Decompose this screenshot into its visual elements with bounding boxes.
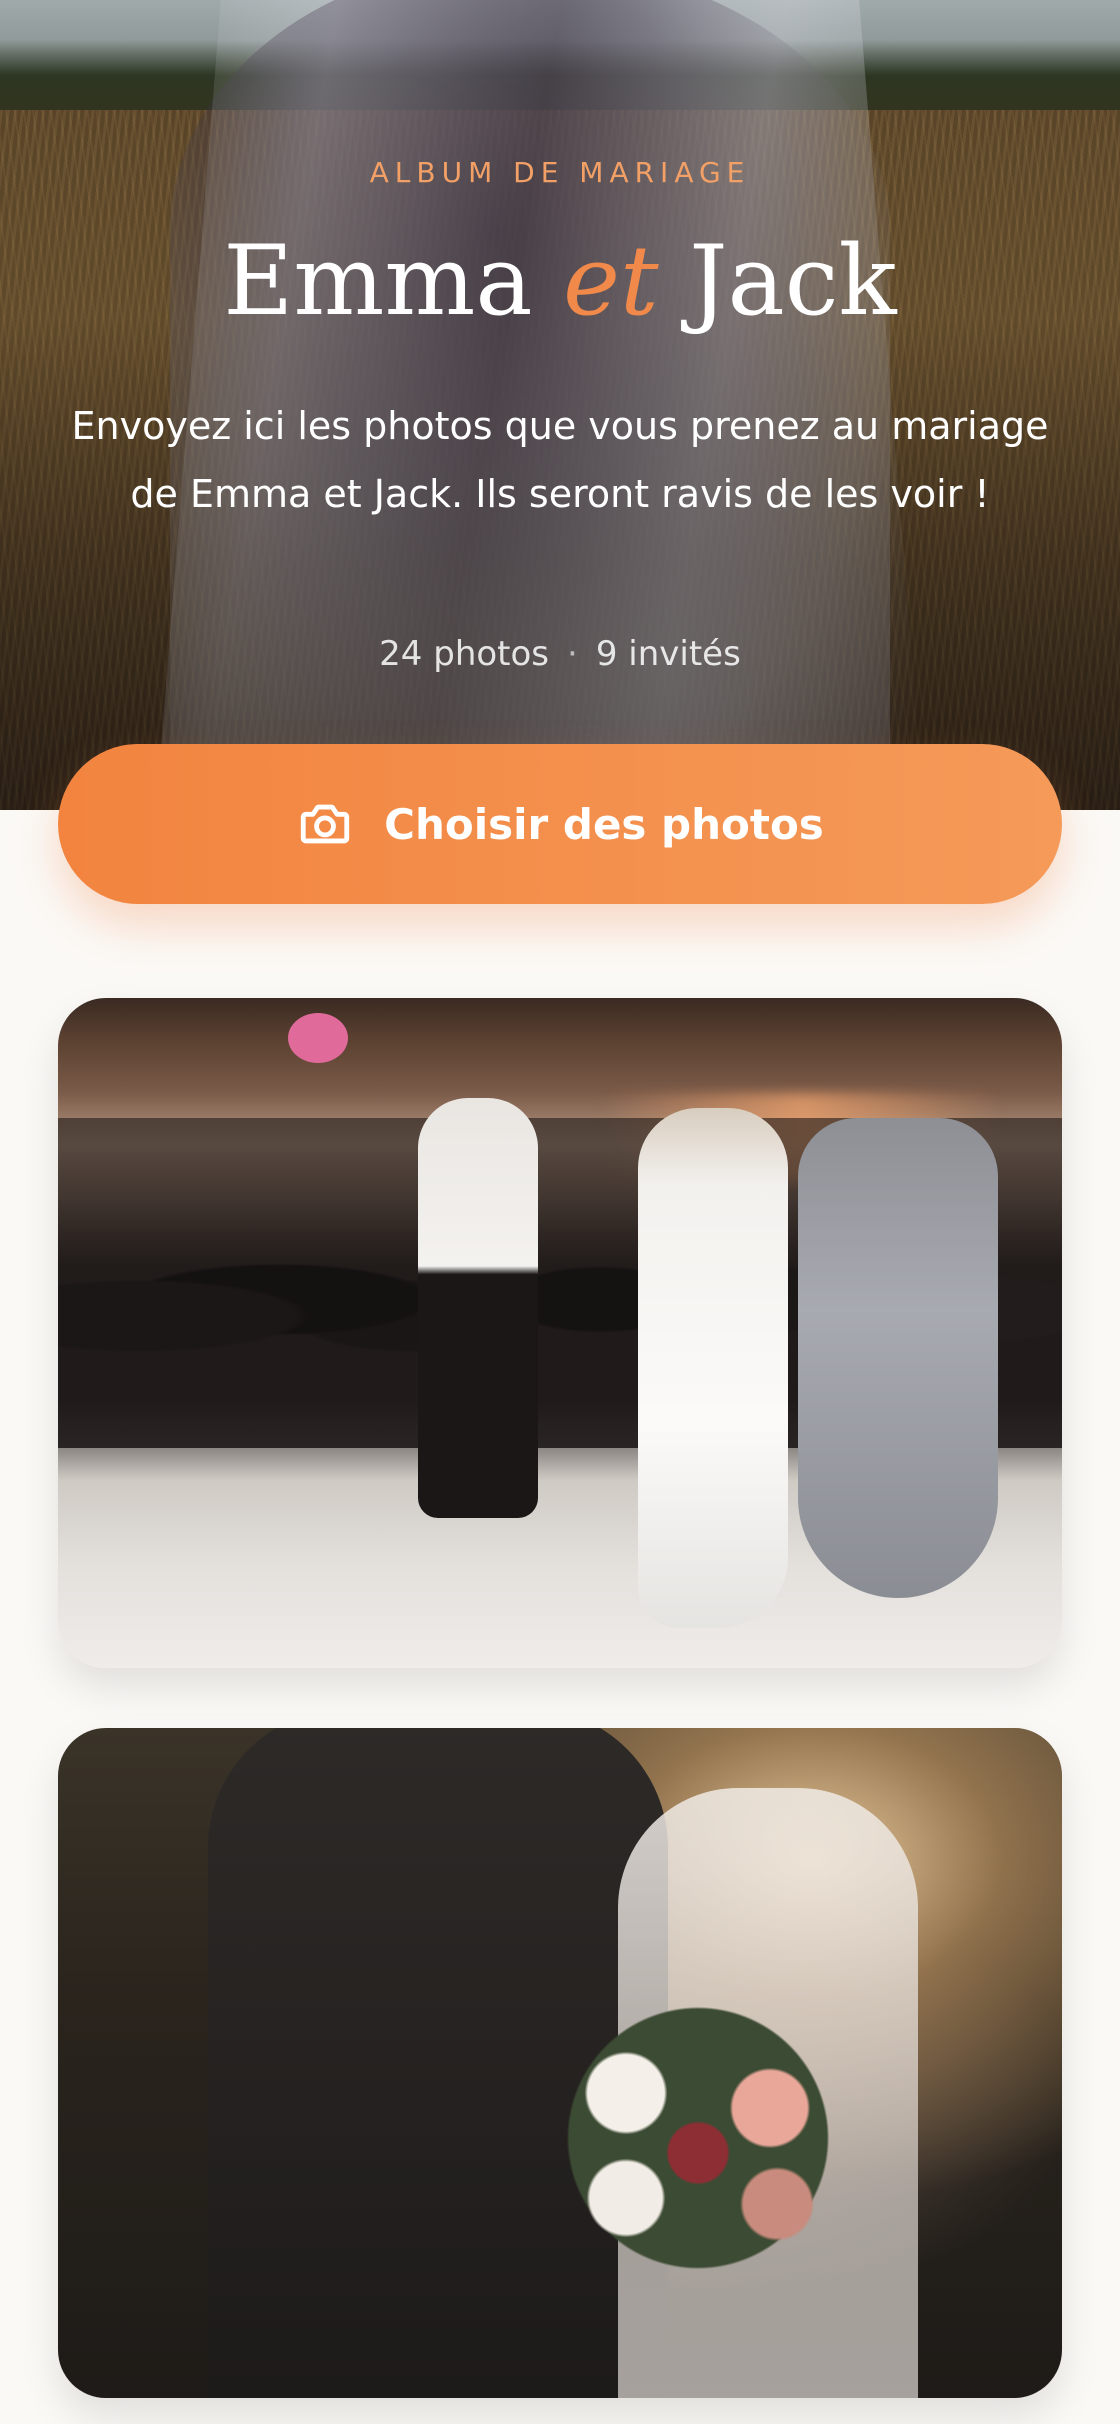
stats-separator: · xyxy=(567,634,578,674)
album-description: Envoyez ici les photos que vous prenez a… xyxy=(71,404,1049,516)
photo-count: 24 photos xyxy=(379,634,550,674)
title-groom-name: Jack xyxy=(658,225,897,337)
album-photo-bouquet[interactable] xyxy=(58,1728,1062,2398)
wedding-album-page: ALBUM DE MARIAGE Emma et Jack Envoyez ic… xyxy=(0,0,1120,2424)
choose-photos-button[interactable]: Choisir des photos xyxy=(58,744,1062,904)
page-title: Emma et Jack xyxy=(0,226,1120,336)
hero-banner: ALBUM DE MARIAGE Emma et Jack Envoyez ic… xyxy=(0,0,1120,810)
guest-count: 9 invités xyxy=(595,634,741,674)
album-eyebrow: ALBUM DE MARIAGE xyxy=(369,156,751,189)
title-conjunction: et xyxy=(563,225,659,337)
choose-photos-label: Choisir des photos xyxy=(384,799,824,849)
camera-icon xyxy=(301,804,350,844)
album-photo-dance-floor[interactable] xyxy=(58,998,1062,1668)
title-bride-name: Emma xyxy=(223,225,564,337)
album-stats: 24 photos · 9 invités xyxy=(0,634,1120,674)
